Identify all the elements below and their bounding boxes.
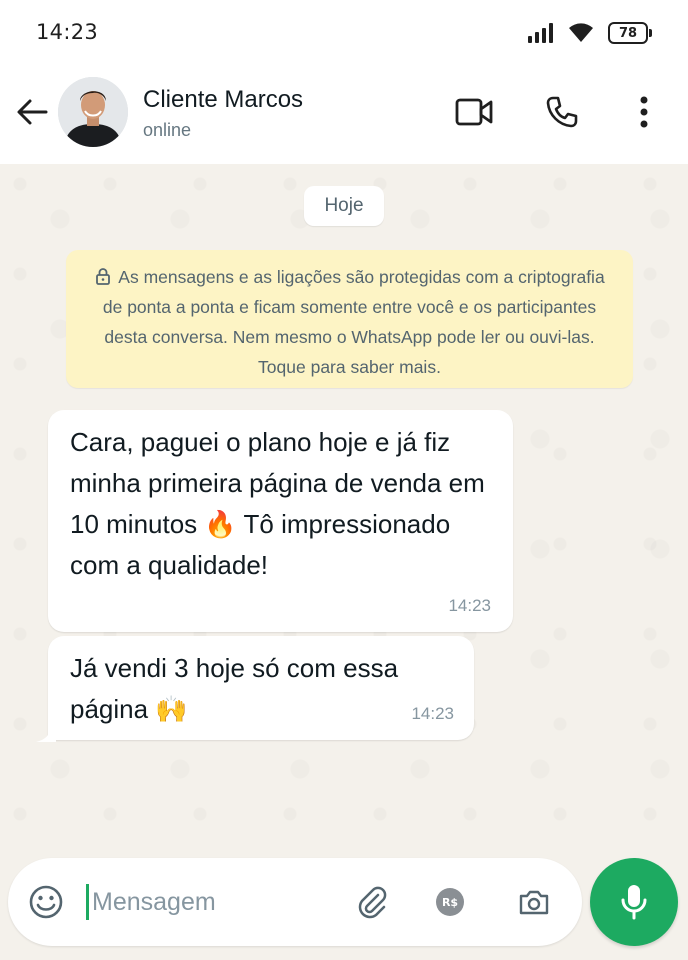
voice-call-button[interactable]: [542, 92, 582, 132]
payment-icon: R$: [436, 888, 464, 916]
more-options-icon: [640, 96, 648, 128]
signal-icon: [528, 23, 553, 43]
back-arrow-icon: [17, 99, 48, 125]
emoji-button[interactable]: [26, 882, 66, 922]
status-icons: 78: [528, 20, 652, 46]
message-time: 14:23: [411, 704, 454, 723]
encryption-notice-text: As mensagens e as ligações são protegida…: [102, 267, 605, 377]
mic-icon: [621, 885, 647, 920]
attach-icon: [358, 886, 387, 919]
message-composer: R$: [8, 858, 582, 946]
status-bar: 14:23 78: [0, 0, 688, 64]
camera-icon: [519, 890, 549, 915]
date-chip: Hoje: [304, 186, 384, 226]
battery-level: 78: [618, 25, 638, 41]
chat-area[interactable]: Hoje As mensagens e as ligações são prot…: [0, 164, 688, 960]
message-text: Já vendi 3 hoje só com essa página 🙌: [70, 653, 399, 724]
encryption-notice[interactable]: As mensagens e as ligações são protegida…: [66, 250, 633, 388]
chat-header: Cliente Marcos online: [0, 64, 688, 164]
message-text: Cara, paguei o plano hoje e já fiz minha…: [70, 427, 485, 580]
bubble-tail: [36, 728, 56, 742]
camera-button[interactable]: [514, 882, 554, 922]
more-options-button[interactable]: [624, 92, 664, 132]
text-cursor: [86, 884, 89, 920]
attach-button[interactable]: [352, 882, 392, 922]
voice-message-button[interactable]: [590, 858, 678, 946]
lock-icon: [96, 268, 111, 285]
payment-button[interactable]: R$: [430, 882, 470, 922]
avatar[interactable]: [58, 77, 128, 147]
phone-icon: [546, 96, 578, 128]
message-input[interactable]: [92, 878, 342, 926]
wifi-icon: [569, 23, 593, 42]
video-call-button[interactable]: [454, 92, 494, 132]
battery-icon: 78: [608, 22, 652, 44]
avatar-photo: [58, 77, 128, 147]
message-bubble[interactable]: Cara, paguei o plano hoje e já fiz minha…: [48, 410, 513, 632]
emoji-icon: [29, 885, 63, 919]
contact-status: online: [143, 120, 192, 140]
message-bubble[interactable]: Já vendi 3 hoje só com essa página 🙌 14:…: [48, 636, 474, 740]
message-time: 14:23: [448, 596, 491, 615]
status-time: 14:23: [36, 20, 99, 44]
contact-name[interactable]: Cliente Marcos: [143, 86, 303, 114]
video-call-icon: [455, 98, 493, 126]
back-button[interactable]: [14, 94, 50, 130]
